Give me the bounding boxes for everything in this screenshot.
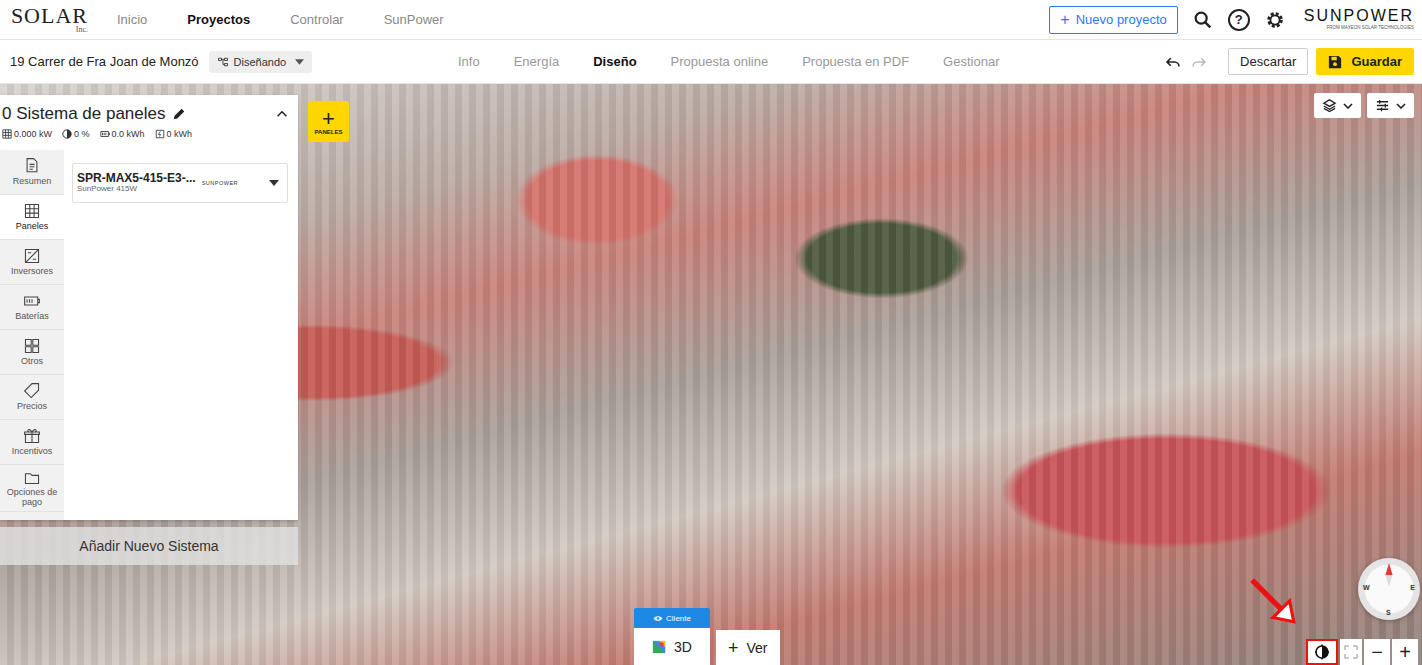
side-tab-icon xyxy=(23,468,41,486)
project-tab[interactable]: Diseño xyxy=(593,54,636,69)
side-tab[interactable]: Resumen xyxy=(0,150,64,195)
top-nav: SOLARInc. Inicio Proyectos Controlar SunPowe… xyxy=(0,0,1422,40)
save-icon xyxy=(1328,55,1342,69)
stat-icon xyxy=(62,129,72,139)
chevron-down-icon xyxy=(1343,103,1353,109)
stat: 0 % xyxy=(62,129,90,139)
new-project-button[interactable]: +Nuevo proyecto xyxy=(1049,6,1177,34)
side-tab-icon xyxy=(23,157,41,175)
module-dropdown[interactable]: SPR-MAX5-415-E3-...SunPower 415WSUNPOWER xyxy=(72,163,288,203)
fullscreen-button[interactable] xyxy=(1340,639,1362,665)
eye-icon xyxy=(653,615,663,622)
caret-icon xyxy=(269,180,279,186)
nav-item[interactable]: Controlar xyxy=(290,12,343,27)
chevron-down-icon xyxy=(1396,103,1406,109)
zoom-out-button[interactable]: − xyxy=(1364,639,1390,665)
shading-button[interactable] xyxy=(1306,639,1338,665)
side-tab[interactable]: Otros xyxy=(0,330,64,375)
compass[interactable]: WES xyxy=(1358,558,1420,620)
project-tabs: Info Energía Diseño Propuesta online Propues… xyxy=(458,54,999,69)
client-badge: Cliente xyxy=(634,608,710,628)
stat-icon xyxy=(155,129,165,139)
discard-button[interactable]: Descartar xyxy=(1228,48,1308,75)
stat-icon xyxy=(2,129,12,139)
status-dropdown[interactable]: Diseñando xyxy=(209,51,313,73)
add-panels-button[interactable]: +PANELES xyxy=(308,101,349,142)
search-icon[interactable] xyxy=(1192,9,1214,31)
system-panel: 0 Sistema de paneles 0.000 kW 0 % 0.0 kW… xyxy=(0,95,298,520)
pencil-icon[interactable] xyxy=(172,107,186,121)
system-stats: 0.000 kW 0 % 0.0 kWh 0 kWh xyxy=(2,129,288,139)
side-tab[interactable]: Baterías xyxy=(0,285,64,330)
project-address: 19 Carrer de Fra Joan de Monzó xyxy=(10,54,199,69)
view-controls: Cliente 3D+Ver xyxy=(634,608,780,665)
project-tab[interactable]: Propuesta online xyxy=(671,54,769,69)
system-title: 0 Sistema de paneles xyxy=(2,104,166,124)
project-tab[interactable]: Propuesta en PDF xyxy=(802,54,909,69)
app-root: SOLARInc. Inicio Proyectos Controlar SunPowe… xyxy=(0,0,1422,665)
module-brand-logo: SUNPOWER xyxy=(202,180,238,186)
project-tab[interactable]: Info xyxy=(458,54,480,69)
map-view[interactable]: 0 Sistema de paneles 0.000 kW 0 % 0.0 kW… xyxy=(0,84,1422,665)
add-system-button[interactable]: Añadir Nuevo Sistema xyxy=(0,527,298,565)
stat-icon xyxy=(100,129,110,139)
layers-button[interactable] xyxy=(1314,93,1361,118)
side-tab[interactable]: Opciones de pago xyxy=(0,465,64,512)
settings-button[interactable] xyxy=(1367,93,1414,118)
layers-icon xyxy=(1322,98,1337,113)
side-tab-icon xyxy=(23,292,41,310)
side-tab[interactable]: Inversores xyxy=(0,240,64,285)
redo-icon[interactable] xyxy=(1190,53,1208,71)
compass-needle-icon xyxy=(1383,563,1395,587)
gear-icon[interactable] xyxy=(1264,9,1286,31)
solar-logo[interactable]: SOLARInc. xyxy=(12,5,88,34)
side-tab-icon xyxy=(23,247,41,265)
annotation-arrow-icon xyxy=(1248,576,1300,628)
side-tab[interactable]: Incentivos xyxy=(0,420,64,465)
undo-icon[interactable] xyxy=(1164,53,1182,71)
side-tab-icon xyxy=(23,202,41,220)
side-tabs: ResumenPanelesInversoresBateríasOtrosPre… xyxy=(0,150,64,520)
main-nav: Inicio Proyectos Controlar SunPower xyxy=(117,12,444,27)
nav-item[interactable]: Proyectos xyxy=(187,12,250,27)
stat: 0.0 kWh xyxy=(100,129,145,139)
side-tab[interactable]: Paneles xyxy=(0,195,64,240)
side-tab-icon xyxy=(23,382,41,400)
side-tab[interactable]: Precios xyxy=(0,375,64,420)
chevron-up-icon[interactable] xyxy=(276,110,288,118)
shading-icon xyxy=(1314,644,1330,660)
stat: 0 kWh xyxy=(155,129,193,139)
google-maps-icon xyxy=(652,640,666,654)
fullscreen-icon xyxy=(1343,644,1359,660)
stat: 0.000 kW xyxy=(2,129,52,139)
project-tab[interactable]: Gestionar xyxy=(943,54,999,69)
workflow-icon xyxy=(217,56,229,68)
sliders-icon xyxy=(1375,98,1390,113)
zoom-in-button[interactable]: + xyxy=(1392,639,1418,665)
project-tab[interactable]: Energía xyxy=(514,54,560,69)
sunpower-logo: SUNPOWERFROM MAXEON SOLAR TECHNOLOGIES xyxy=(1304,8,1414,31)
caret-icon xyxy=(295,59,304,65)
nav-item[interactable]: SunPower xyxy=(384,12,444,27)
save-button[interactable]: Guardar xyxy=(1316,48,1414,75)
help-icon[interactable]: ? xyxy=(1228,9,1250,31)
3d-button[interactable]: 3D xyxy=(634,628,710,665)
add-view-button[interactable]: +Ver xyxy=(716,630,780,665)
nav-item[interactable]: Inicio xyxy=(117,12,147,27)
project-bar: 19 Carrer de Fra Joan de Monzó Diseñando I… xyxy=(0,40,1422,84)
side-tab-icon xyxy=(23,427,41,445)
side-tab-icon xyxy=(23,337,41,355)
